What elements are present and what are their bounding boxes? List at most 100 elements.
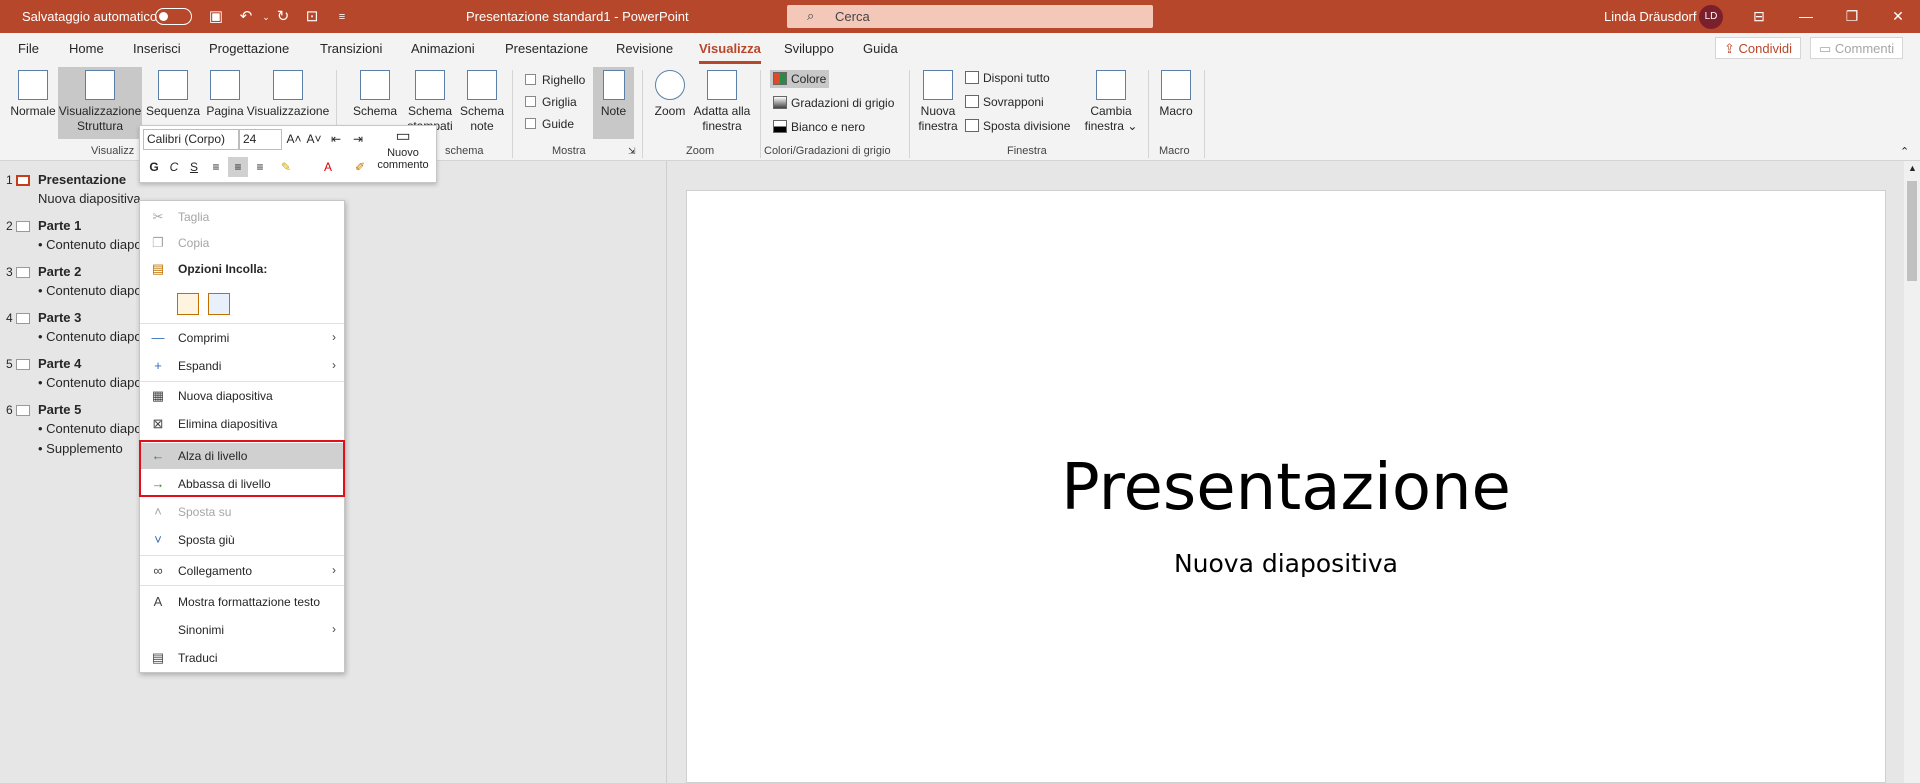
grayscale-button[interactable]: Gradazioni di grigio	[773, 96, 894, 110]
arrange-all-button[interactable]: Disponi tutto	[965, 71, 1050, 85]
outline-bullet[interactable]: • Contenuto diapo	[38, 237, 142, 252]
outline-bullet[interactable]: Nuova diapositiva	[38, 191, 141, 206]
underline-button[interactable]: S	[184, 157, 204, 177]
black-white-button[interactable]: Bianco e nero	[773, 120, 865, 134]
font-color-icon[interactable]: A	[318, 157, 338, 177]
new-comment-button[interactable]: ▭ Nuovo commento	[372, 127, 434, 171]
redo-icon[interactable]: ↻	[272, 6, 294, 28]
menu-item-link[interactable]: ∞ Collegamento ›	[140, 558, 344, 584]
format-painter-icon[interactable]: ✐	[350, 157, 370, 177]
scroll-up-icon[interactable]: ▲	[1908, 163, 1917, 173]
outline-bullet[interactable]: • Contenuto diapo	[38, 283, 142, 298]
handout-master-button[interactable]: Schema stampati	[404, 67, 456, 134]
notes-toggle-button[interactable]: Note	[593, 67, 634, 139]
increase-indent-icon[interactable]: ⇥	[348, 129, 368, 149]
reading-view-button[interactable]: Visualizzazione	[246, 67, 330, 119]
zoom-button[interactable]: Zoom	[650, 67, 690, 119]
undo-icon[interactable]: ↶	[235, 6, 257, 28]
close-icon[interactable]: ✕	[1886, 5, 1910, 27]
tab-view[interactable]: Visualizza	[699, 41, 761, 64]
pane-splitter[interactable]	[666, 161, 667, 783]
outline-slide-title[interactable]: Parte 1	[38, 218, 81, 233]
search-box[interactable]: ⌕ Cerca	[787, 5, 1153, 28]
slide-master-button[interactable]: Schema	[350, 67, 400, 119]
menu-item-collapse[interactable]: — Comprimi ›	[140, 325, 344, 351]
bold-button[interactable]: G	[144, 157, 164, 177]
outline-bullet[interactable]: • Contenuto diapo	[38, 421, 142, 436]
menu-item-move-down[interactable]: ˅ Sposta giù	[140, 527, 344, 553]
paste-keep-formatting-icon[interactable]	[177, 293, 199, 315]
color-button[interactable]: Colore	[770, 70, 830, 88]
minimize-icon[interactable]: —	[1794, 5, 1818, 27]
cascade-button[interactable]: Sovrapponi	[965, 95, 1044, 109]
highlight-icon[interactable]: ✎	[276, 157, 296, 177]
present-from-start-icon[interactable]: ⊡	[301, 6, 323, 28]
tab-design[interactable]: Progettazione	[209, 41, 289, 56]
outline-slide-title[interactable]: Parte 2	[38, 264, 81, 279]
tab-help[interactable]: Guida	[863, 41, 898, 56]
menu-item-synonyms[interactable]: Sinonimi ›	[140, 617, 344, 643]
restore-icon[interactable]: ❐	[1840, 5, 1864, 27]
font-name-dropdown[interactable]: Calibri (Corpo)	[143, 129, 239, 150]
tab-review[interactable]: Revisione	[616, 41, 673, 56]
slide-icon[interactable]	[16, 359, 30, 370]
menu-item-delete-slide[interactable]: ⊠ Elimina diapositiva	[140, 411, 344, 437]
align-right-icon[interactable]: ≡	[250, 157, 270, 177]
menu-item-copy[interactable]: ❐ Copia	[140, 230, 344, 256]
tab-home[interactable]: Home	[69, 41, 104, 56]
slide-subtitle[interactable]: Nuova diapositiva	[687, 549, 1885, 578]
outline-bullet[interactable]: • Supplemento	[38, 441, 123, 456]
slide-icon[interactable]	[16, 267, 30, 278]
menu-item-move-up[interactable]: ˄ Sposta su	[140, 499, 344, 525]
gridlines-checkbox[interactable]: Griglia	[525, 95, 577, 109]
slide-icon[interactable]	[16, 175, 30, 186]
outline-view-button[interactable]: Visualizzazione Struttura	[58, 67, 142, 139]
normal-view-button[interactable]: Normale	[8, 67, 58, 119]
slide-icon[interactable]	[16, 313, 30, 324]
menu-item-expand[interactable]: + Espandi ›	[140, 353, 344, 379]
tab-transitions[interactable]: Transizioni	[320, 41, 382, 56]
tab-slideshow[interactable]: Presentazione	[505, 41, 588, 56]
outline-bullet[interactable]: • Contenuto diapo	[38, 329, 142, 344]
tab-insert[interactable]: Inserisci	[133, 41, 181, 56]
dialog-launcher-icon[interactable]: ⇲	[628, 146, 636, 157]
avatar[interactable]: LD	[1699, 5, 1723, 29]
tab-developer[interactable]: Sviluppo	[784, 41, 834, 56]
notes-master-button[interactable]: Schema note	[456, 67, 508, 134]
align-center-icon[interactable]: ≡	[228, 157, 248, 177]
ribbon-display-options-icon[interactable]: ⊟	[1747, 5, 1771, 27]
outline-bullet[interactable]: • Contenuto diapo	[38, 375, 142, 390]
outline-slide-title[interactable]: Presentazione	[38, 172, 126, 187]
fit-to-window-button[interactable]: Adatta alla finestra	[690, 67, 754, 134]
font-size-dropdown[interactable]: 24	[239, 129, 282, 150]
new-window-button[interactable]: Nuova finestra	[916, 67, 960, 134]
customize-qat-icon[interactable]: ≡	[331, 6, 353, 28]
scrollbar-thumb[interactable]	[1907, 181, 1917, 281]
save-icon[interactable]: ▣	[205, 6, 227, 28]
paste-as-picture-icon[interactable]	[208, 293, 230, 315]
share-button[interactable]: ⇪ Condividi	[1715, 37, 1801, 59]
align-left-icon[interactable]: ≡	[206, 157, 226, 177]
menu-item-show-formatting[interactable]: A Mostra formattazione testo	[140, 589, 344, 615]
user-name[interactable]: Linda Dräusdorf	[1604, 9, 1697, 24]
ruler-checkbox[interactable]: Righello	[525, 73, 585, 87]
vertical-scrollbar[interactable]: ▲	[1904, 161, 1920, 783]
comments-button[interactable]: ▭ Commenti	[1810, 37, 1904, 59]
italic-button[interactable]: C	[164, 157, 184, 177]
menu-item-cut[interactable]: ✂ Taglia	[140, 204, 344, 230]
macro-button[interactable]: Macro	[1155, 67, 1197, 119]
collapse-ribbon-icon[interactable]: ⌃	[1900, 145, 1909, 158]
autosave-toggle[interactable]	[155, 8, 192, 25]
slide-icon[interactable]	[16, 405, 30, 416]
slide-icon[interactable]	[16, 221, 30, 232]
slide-sorter-button[interactable]: Sequenza	[145, 67, 201, 119]
switch-window-button[interactable]: Cambia finestra ⌄	[1080, 67, 1142, 134]
slide-canvas[interactable]: Presentazione Nuova diapositiva	[686, 190, 1886, 783]
tab-file[interactable]: File	[18, 41, 39, 56]
tab-animations[interactable]: Animazioni	[411, 41, 475, 56]
slide-title[interactable]: Presentazione	[687, 451, 1885, 525]
notes-page-button[interactable]: Pagina	[204, 67, 246, 119]
decrease-indent-icon[interactable]: ⇤	[326, 129, 346, 149]
shrink-font-icon[interactable]: A˅	[304, 129, 324, 149]
outline-slide-title[interactable]: Parte 4	[38, 356, 81, 371]
